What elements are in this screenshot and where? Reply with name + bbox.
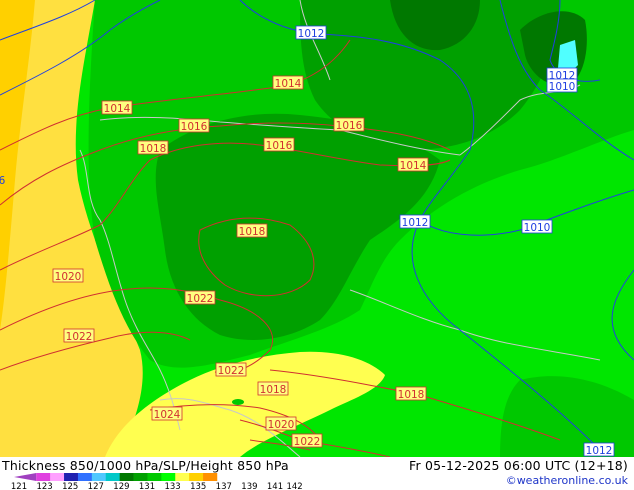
legend-swatch (133, 473, 148, 481)
legend-swatch (36, 473, 51, 481)
legend-swatch (64, 473, 79, 481)
svg-text:1014: 1014 (104, 103, 131, 115)
isobar-label: 1016 (263, 137, 295, 152)
legend-swatch (161, 473, 176, 481)
legend-tick-label: 129 (113, 482, 129, 490)
isobar-label: 1014 (101, 100, 133, 115)
isobar-label: 1018 (236, 223, 268, 238)
isobar-label: 1018 (137, 140, 169, 155)
svg-text:1016: 1016 (181, 121, 208, 133)
legend-swatch (77, 473, 93, 481)
svg-text:1010: 1010 (549, 81, 576, 93)
legend-swatch (105, 473, 120, 481)
legend-tick-label: 125 (62, 482, 78, 490)
isobar-label: 1018 (257, 381, 289, 396)
svg-text:1012: 1012 (586, 445, 613, 457)
svg-text:1018: 1018 (239, 226, 266, 238)
isobar-label: 1022 (63, 328, 95, 343)
svg-text:1018: 1018 (398, 389, 425, 401)
isobar-label: 1012 (583, 442, 615, 457)
color-legend: 121 123 125 127 129 131 133 135 137 139 141 142 (11, 473, 303, 490)
isobar-label: 1018 (395, 386, 427, 401)
svg-text:1022: 1022 (294, 436, 321, 448)
isobar-label: 1014 (272, 75, 304, 90)
map-footer: Thickness 850/1000 hPa/SLP/Height 850 hP… (0, 457, 634, 490)
svg-text:1012: 1012 (298, 28, 325, 40)
isobar-label: 1022 (215, 362, 247, 377)
isobar-label: 1010 (546, 78, 578, 93)
weather-map: 1012 1014 1014 1016 1016 1016 1018 1014 … (0, 0, 634, 457)
isobar-label: 1022 (184, 290, 216, 305)
isobar-label: 1016 (178, 118, 210, 133)
island (232, 399, 244, 405)
legend-swatch (189, 473, 204, 481)
isobar-label: 1016 (333, 117, 365, 132)
svg-text:1012: 1012 (402, 217, 429, 229)
product-title: Thickness 850/1000 hPa/SLP/Height 850 hP… (2, 458, 289, 473)
legend-tick-label: 121 (11, 482, 27, 490)
isobar-label: 1010 (521, 219, 553, 234)
svg-text:1020: 1020 (55, 271, 82, 283)
svg-text:1014: 1014 (400, 160, 427, 172)
isobar-label: 1024 (151, 406, 183, 421)
svg-text:6: 6 (0, 175, 6, 187)
legend-tick-label: 141 (267, 482, 283, 490)
legend-tick-label: 135 (190, 482, 206, 490)
svg-text:1024: 1024 (154, 409, 181, 421)
legend-tick-label: 123 (36, 482, 52, 490)
isobar-label: 6 (0, 175, 6, 187)
legend-tick-label: 139 (241, 482, 257, 490)
map-canvas: 1012 1014 1014 1016 1016 1016 1018 1014 … (0, 0, 634, 457)
legend-swatch (203, 473, 218, 481)
legend-tick-label: 127 (88, 482, 104, 490)
svg-text:1018: 1018 (140, 143, 167, 155)
legend-swatch (50, 473, 65, 481)
legend-swatch (119, 473, 134, 481)
svg-text:1016: 1016 (336, 120, 363, 132)
legend-swatch (91, 473, 107, 481)
svg-text:1020: 1020 (268, 419, 295, 431)
isobar-label: 1012 (399, 214, 431, 229)
svg-text:1010: 1010 (524, 222, 551, 234)
legend-swatches (14, 473, 218, 481)
credit-link[interactable]: ©weatheronline.co.uk (506, 474, 628, 487)
legend-ticks: 121 123 125 127 129 131 133 135 137 139 141 142 (11, 482, 303, 490)
svg-text:1018: 1018 (260, 384, 287, 396)
svg-text:1022: 1022 (218, 365, 245, 377)
legend-tick-label: 131 (139, 482, 155, 490)
svg-text:1022: 1022 (187, 293, 214, 305)
isobar-label: 1014 (397, 157, 429, 172)
svg-text:1022: 1022 (66, 331, 93, 343)
svg-text:1014: 1014 (275, 78, 302, 90)
legend-swatch (147, 473, 162, 481)
isobar-label: 1012 (295, 25, 327, 40)
legend-swatch (14, 473, 37, 481)
isobar-label: 1020 (265, 416, 297, 431)
svg-text:1016: 1016 (266, 140, 293, 152)
valid-time: Fr 05-12-2025 06:00 UTC (12+18) (409, 458, 628, 473)
legend-swatch (175, 473, 190, 481)
isobar-label: 1022 (291, 433, 323, 448)
legend-tick-label: 133 (164, 482, 180, 490)
isobar-label: 1020 (52, 268, 84, 283)
legend-tick-label: 142 (286, 482, 302, 490)
legend-tick-label: 137 (216, 482, 232, 490)
